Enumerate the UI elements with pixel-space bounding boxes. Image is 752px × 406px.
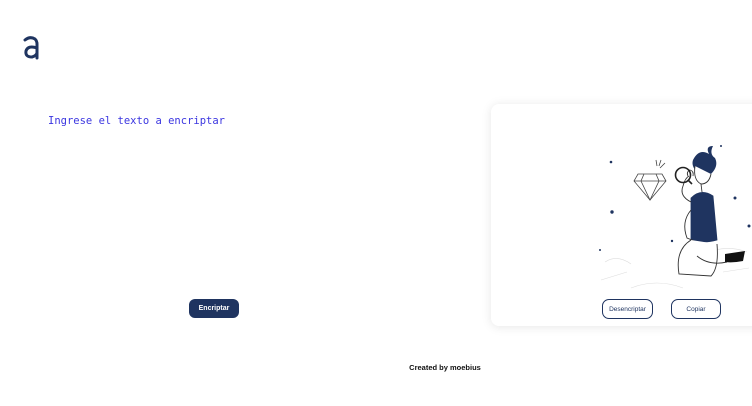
logo-icon <box>23 36 39 60</box>
copy-button[interactable]: Copiar <box>671 299 721 319</box>
output-panel: Desencriptar Copiar <box>491 104 752 326</box>
footer-credit: Created by moebius <box>409 363 481 372</box>
person-with-magnifier-illustration <box>599 145 751 289</box>
encrypt-button[interactable]: Encriptar <box>189 299 239 318</box>
decrypt-button[interactable]: Desencriptar <box>602 299 653 319</box>
text-input[interactable] <box>46 112 470 286</box>
